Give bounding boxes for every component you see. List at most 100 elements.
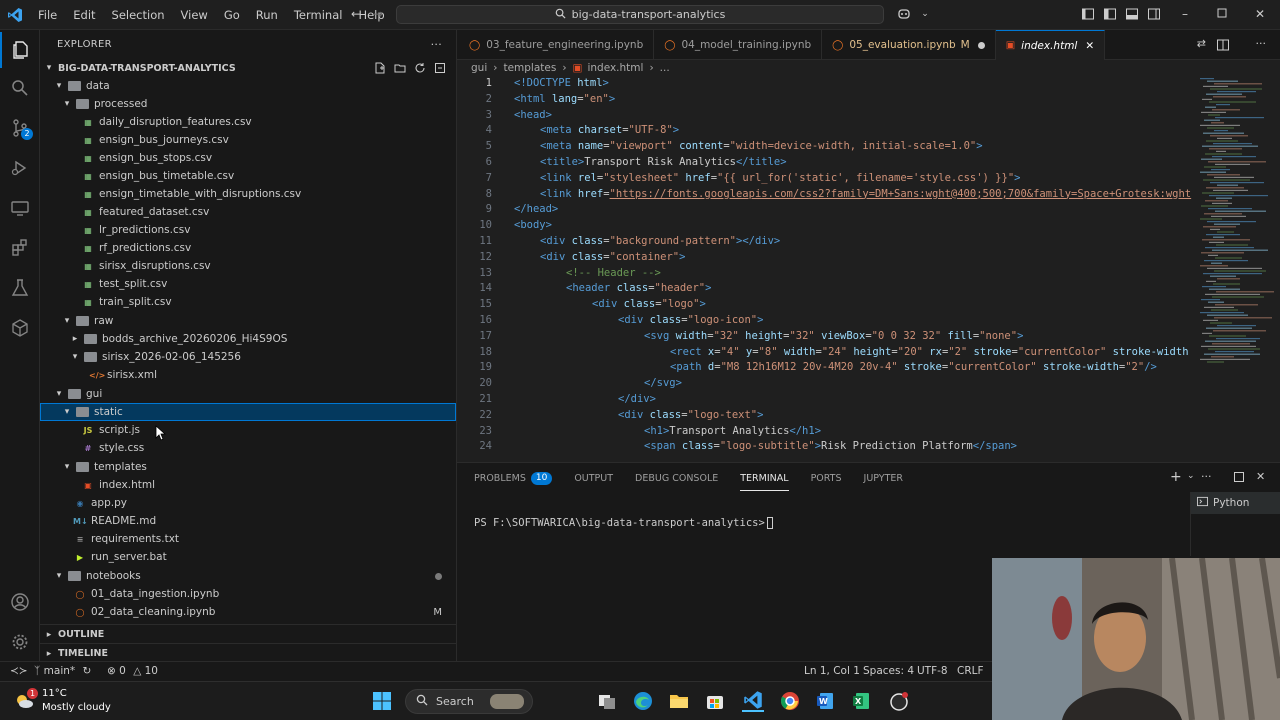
menu-file[interactable]: File [30,0,65,30]
command-center-search[interactable]: big-data-transport-analytics [396,5,884,24]
tab-evaluation[interactable]: ◯ 05_evaluation.ipynb M [822,30,996,60]
run-debug-icon[interactable] [0,150,40,186]
file-item[interactable]: ▣ index.html [40,476,456,494]
edge-browser-icon[interactable] [632,690,654,712]
toggle-panel-icon[interactable] [1125,7,1139,21]
extensions-icon[interactable] [0,230,40,266]
file-item[interactable]: ▦ ensign_bus_timetable.csv [40,167,456,185]
project-root[interactable]: ▾ BIG-DATA-TRANSPORT-ANALYTICS [40,59,456,77]
file-item[interactable]: ▦ featured_dataset.csv [40,203,456,221]
file-item[interactable]: </> sirisx.xml [40,366,456,384]
timeline-section[interactable]: ▸ TIMELINE [40,643,456,663]
account-icon[interactable] [0,584,40,620]
file-item[interactable]: # style.css [40,439,456,457]
copilot-icon[interactable] [897,7,911,21]
folder-item[interactable]: ▾ templates [40,458,456,476]
taskbar-search[interactable]: Search [405,689,533,714]
folder-item[interactable]: ▸ bodds_archive_20260206_Hi4S9OS [40,330,456,348]
breadcrumb-item[interactable]: gui [471,62,487,74]
file-item[interactable]: ≡ requirements.txt [40,530,456,548]
word-icon[interactable]: W [814,690,836,712]
file-item[interactable]: ▦ test_split.csv [40,275,456,293]
file-item[interactable]: JS script.js [40,421,456,439]
remote-explorer-icon[interactable] [0,190,40,226]
outline-section[interactable]: ▸ OUTLINE [40,624,456,644]
file-item[interactable]: ▦ daily_disruption_features.csv [40,113,456,131]
tab-output[interactable]: OUTPUT [574,463,613,493]
tab-problems[interactable]: PROBLEMS 10 [474,463,553,493]
explorer-icon[interactable] [0,32,40,68]
testing-icon[interactable] [0,270,40,306]
file-item[interactable]: ▦ ensign_bus_stops.csv [40,149,456,167]
chrome-icon[interactable] [779,690,801,712]
breadcrumb-item[interactable]: index.html [587,62,643,74]
tab-terminal[interactable]: TERMINAL [740,463,789,493]
new-folder-icon[interactable] [394,62,406,77]
breadcrumb-item[interactable]: templates [503,62,556,74]
folder-item[interactable]: ▾ processed [40,95,456,113]
forward-arrow-icon[interactable]: → [371,7,385,21]
more-actions-icon[interactable]: ··· [1256,37,1267,50]
file-item[interactable]: ◯ 01_data_ingestion.ipynb [40,585,456,603]
branch-indicator[interactable]: ᛉ main* ↻ [34,665,91,677]
file-explorer-icon[interactable] [668,690,690,712]
folder-item[interactable]: ▾ notebooks [40,567,456,585]
task-view-icon[interactable] [596,690,618,712]
file-item[interactable]: ◉ app.py [40,494,456,512]
tab-jupyter[interactable]: JUPYTER [864,463,903,493]
tab-feature-engineering[interactable]: ◯ 03_feature_engineering.ipynb [457,30,655,60]
settings-gear-icon[interactable] [0,624,40,660]
close-tab-icon[interactable]: ✕ [1085,40,1094,52]
file-item[interactable]: ▦ rf_predictions.csv [40,239,456,257]
maximize-panel-icon[interactable] [1233,471,1245,486]
menu-selection[interactable]: Selection [104,0,173,30]
back-arrow-icon[interactable]: ← [349,7,363,21]
file-item[interactable]: ▦ lr_predictions.csv [40,221,456,239]
file-item[interactable]: ◯ 02_data_cleaning.ipynb M [40,603,456,621]
menu-terminal[interactable]: Terminal [286,0,351,30]
minimap[interactable] [1198,76,1276,376]
code-editor[interactable]: 1 <!DOCTYPE html> 2 <html lang="en"> 3 <hea… [457,76,1280,462]
new-terminal-icon[interactable]: + [1170,469,1182,485]
close-window-icon[interactable]: ✕ [1253,7,1267,21]
file-item[interactable]: ▦ train_split.csv [40,293,456,311]
close-panel-icon[interactable]: ✕ [1256,470,1265,483]
toggle-sidebar-icon[interactable] [1103,7,1117,21]
tab-debug-console[interactable]: DEBUG CONSOLE [635,463,718,493]
folder-item[interactable]: ▾ static [40,403,456,421]
menu-go[interactable]: Go [216,0,248,30]
menu-view[interactable]: View [173,0,216,30]
new-file-icon[interactable] [374,62,386,77]
indentation[interactable]: Spaces: 4 [863,665,914,677]
more-actions-icon[interactable]: ··· [431,38,442,51]
file-item[interactable]: M↓ README.md [40,512,456,530]
maximize-icon[interactable] [1215,7,1229,21]
problems-indicator[interactable]: ⊗ 0 △ 10 [107,665,158,677]
cursor-position[interactable]: Ln 1, Col 1 [804,665,860,677]
file-item[interactable]: ▶ run_server.bat [40,548,456,566]
folder-item[interactable]: ▾ gui [40,385,456,403]
terminal-instance-python[interactable]: Python [1191,492,1280,514]
customize-layout-icon[interactable] [1081,7,1095,21]
breadcrumb-item[interactable]: ... [660,62,670,74]
file-item[interactable]: ▦ sirisx_disruptions.csv [40,257,456,275]
weather-icon[interactable]: 1 [13,688,38,712]
terminal-prompt[interactable]: PS F:\SOFTWARICA\big-data-transport-anal… [474,517,773,529]
encoding[interactable]: UTF-8 [917,665,948,677]
toggle-secondary-sidebar-icon[interactable] [1147,7,1161,21]
vscode-app-icon[interactable] [742,690,764,712]
end-of-line[interactable]: CRLF [957,665,984,677]
unsaved-dot-icon[interactable] [977,41,985,49]
microsoft-store-icon[interactable] [704,690,726,712]
minimize-icon[interactable]: – [1178,7,1192,21]
file-item[interactable]: ▦ ensign_timetable_with_disruptions.csv [40,185,456,203]
chevron-down-icon[interactable]: ⌄ [918,7,932,21]
search-icon[interactable] [0,70,40,106]
source-control-icon[interactable]: 2 [0,110,40,146]
folder-item[interactable]: ▾ raw [40,312,456,330]
excel-icon[interactable]: X [850,690,872,712]
refresh-icon[interactable] [414,62,426,77]
chevron-down-icon[interactable]: ⌄ [1187,471,1195,481]
split-editor-icon[interactable] [1216,38,1230,55]
folder-item[interactable]: ▾ data [40,77,456,95]
